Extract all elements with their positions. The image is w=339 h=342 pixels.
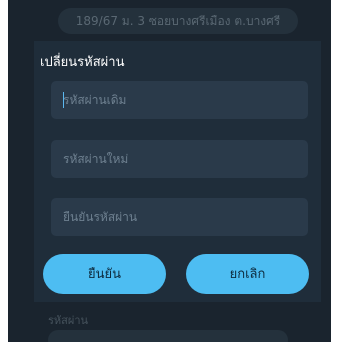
cancel-button[interactable]: ยกเลิก	[186, 254, 309, 294]
change-password-dialog: เปลี่ยนรหัสผ่าน ยืนยัน ยกเลิก	[34, 41, 321, 302]
old-password-input[interactable]	[63, 93, 296, 107]
confirm-password-field[interactable]	[51, 198, 308, 236]
background-password-field	[48, 330, 288, 342]
dialog-title: เปลี่ยนรหัสผ่าน	[40, 55, 125, 70]
text-caret	[63, 92, 64, 108]
app-screen: 189/67 ม. 3 ซอยบางศรีเมือง ต.บางศรี รหัส…	[8, 0, 331, 342]
background-address-field: 189/67 ม. 3 ซอยบางศรีเมือง ต.บางศรี	[58, 8, 298, 34]
confirm-password-input[interactable]	[63, 210, 296, 224]
background-password-label: รหัสผ่าน	[48, 314, 89, 327]
new-password-input[interactable]	[63, 152, 296, 166]
confirm-button[interactable]: ยืนยัน	[43, 254, 166, 294]
old-password-field[interactable]	[51, 81, 308, 119]
new-password-field[interactable]	[51, 140, 308, 178]
